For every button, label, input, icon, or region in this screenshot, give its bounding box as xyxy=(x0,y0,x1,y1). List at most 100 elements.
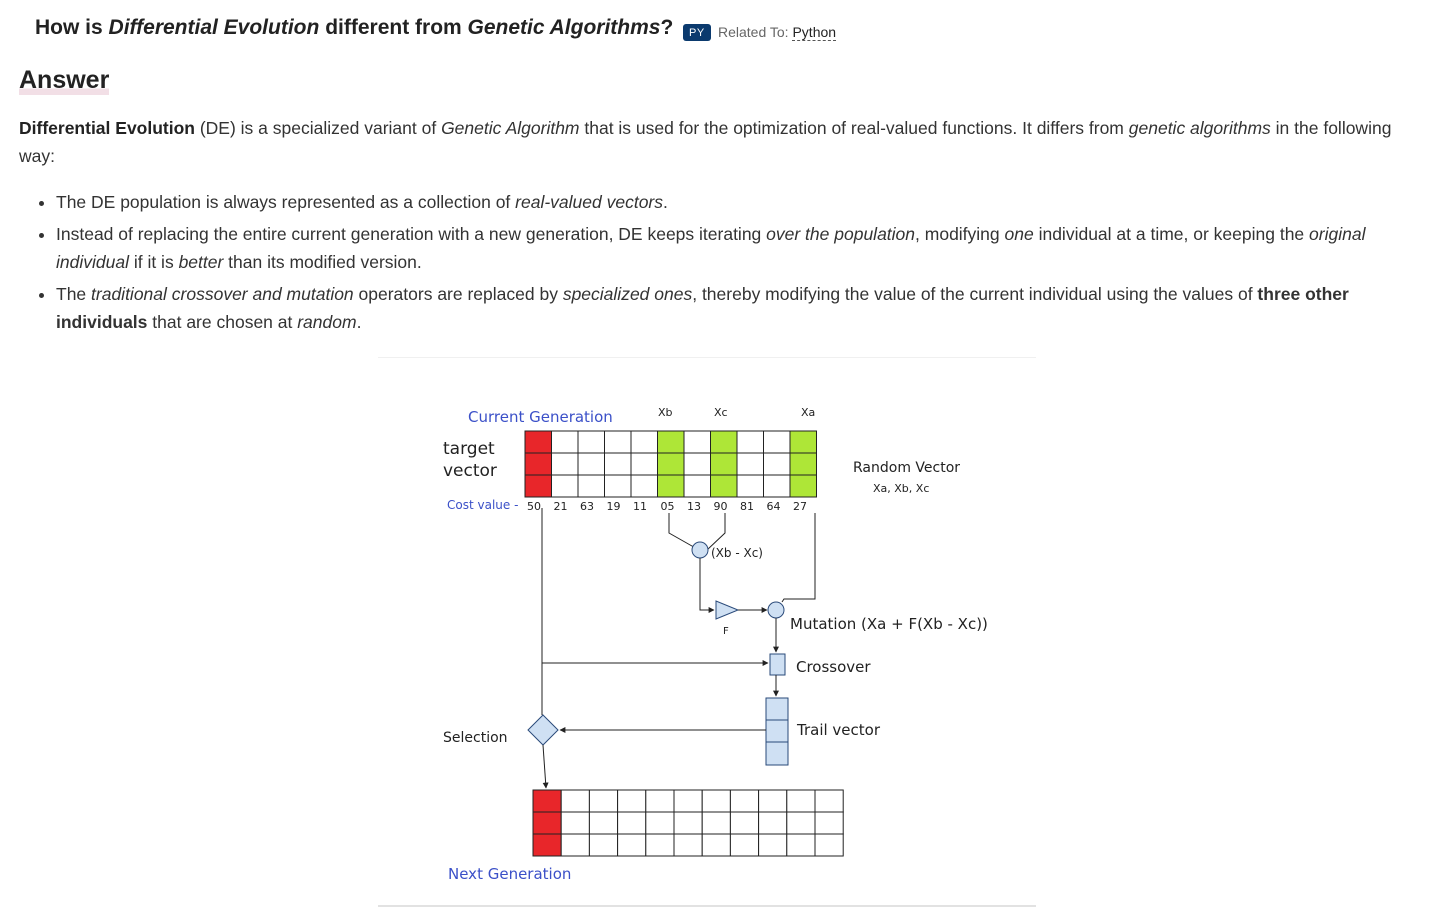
population-cell xyxy=(551,430,579,454)
mutation-node xyxy=(767,601,785,619)
de-diagram: Current Generation target vector Xb Xc X… xyxy=(443,406,988,883)
title-term-de: Differential Evolution xyxy=(108,16,320,39)
crossover-node xyxy=(769,653,786,676)
list-item: The traditional crossover and mutation o… xyxy=(56,280,1434,336)
xa-label: Xa xyxy=(801,406,815,419)
population-cell xyxy=(786,811,816,835)
xc-line xyxy=(706,513,726,551)
population-cell xyxy=(645,789,675,813)
population-cell xyxy=(758,811,788,835)
population-cell xyxy=(577,430,605,454)
selected-vector-cell xyxy=(532,789,562,813)
cost-value: 13 xyxy=(687,500,701,513)
bullet-text: The DE population is always represented … xyxy=(56,192,516,212)
population-cell xyxy=(763,474,791,498)
population-cell xyxy=(683,430,711,454)
population-cell xyxy=(588,811,619,835)
population-cell xyxy=(763,452,791,476)
language-badge: PY xyxy=(683,24,711,41)
cost-value: 63 xyxy=(580,500,594,513)
population-cell xyxy=(604,474,632,498)
random-vector-cell xyxy=(710,452,738,476)
bullet-text: , thereby modifying the value of the cur… xyxy=(692,284,1258,304)
question-title: How is Differential Evolution different … xyxy=(35,16,673,40)
bullet-em: over the population xyxy=(766,224,916,244)
population-cell xyxy=(645,811,675,835)
population-cell xyxy=(683,474,711,498)
random-vector-cell xyxy=(710,474,738,498)
population-cell xyxy=(604,452,632,476)
crossover-label: Crossover xyxy=(796,658,871,676)
xb-label: Xb xyxy=(658,406,673,419)
difference-to-f-arrow xyxy=(699,558,715,613)
population-cell xyxy=(604,430,632,454)
cost-value: 27 xyxy=(793,500,807,513)
population-cell xyxy=(577,452,605,476)
mutation-label: Mutation (Xa + F(Xb - Xc)) xyxy=(790,615,988,633)
population-cell xyxy=(729,833,760,857)
bullet-text: . xyxy=(356,312,362,332)
population-cell xyxy=(729,789,760,813)
cost-value: 05 xyxy=(661,500,675,513)
population-cell xyxy=(814,789,844,813)
population-cell xyxy=(736,452,764,476)
population-cell xyxy=(814,833,844,857)
population-cell xyxy=(736,430,764,454)
selection-to-next-arrow xyxy=(542,744,549,789)
difference-node xyxy=(691,541,709,559)
population-cell xyxy=(683,452,711,476)
bullet-em: real-valued vectors xyxy=(515,192,664,212)
de-diagram-figure: Current Generation target vector Xb Xc X… xyxy=(378,357,1036,907)
bullet-text: , modifying xyxy=(915,224,1005,244)
answer-intro: Differential Evolution (DE) is a special… xyxy=(19,114,1414,170)
xc-label: Xc xyxy=(714,406,728,419)
population-cell xyxy=(588,789,619,813)
title-suffix: ? xyxy=(660,16,674,39)
cost-values: 50 21 63 19 11 05 13 90 81 64 27 xyxy=(527,500,807,513)
population-cell xyxy=(673,811,703,835)
cost-value: 11 xyxy=(633,500,647,513)
cost-value: 81 xyxy=(740,500,754,513)
bullet-text: . xyxy=(663,192,668,212)
cost-value-label: Cost value - xyxy=(447,498,518,512)
population-cell xyxy=(645,833,675,857)
bullet-text: operators are replaced by xyxy=(353,284,563,304)
population-cell xyxy=(763,430,791,454)
answer-heading: Answer xyxy=(19,66,110,95)
intro-em-genetic-algorithms: genetic algorithms xyxy=(1128,118,1271,138)
bullet-em: traditional crossover and mutation xyxy=(91,284,354,304)
cost-value: 19 xyxy=(607,500,621,513)
random-vector-cell xyxy=(789,430,817,454)
population-cell xyxy=(588,833,619,857)
intro-em-genetic-algorithm: Genetic Algorithm xyxy=(441,118,580,138)
bullet-text: individual at a time, or keeping the xyxy=(1033,224,1310,244)
trail-vector-label: Trail vector xyxy=(796,721,881,739)
random-vector-cell xyxy=(789,474,817,498)
intro-text-1: (DE) is a specialized variant of xyxy=(194,118,442,138)
related-python-link[interactable]: Python xyxy=(792,24,837,41)
related-to: Related To: Python xyxy=(718,24,837,41)
population-cell xyxy=(560,833,590,857)
population-cell xyxy=(736,474,764,498)
selected-vector-cell xyxy=(532,811,562,835)
population-cell xyxy=(630,430,658,454)
population-cell xyxy=(814,811,844,835)
population-cell xyxy=(673,789,703,813)
population-cell xyxy=(617,789,647,813)
population-cell xyxy=(786,833,816,857)
bullet-text: if it is xyxy=(128,252,179,272)
cost-value: 50 xyxy=(527,500,541,513)
population-cell xyxy=(701,811,731,835)
random-vector-label: Random Vector xyxy=(853,460,960,476)
current-generation-label: Current Generation xyxy=(468,408,613,426)
target-vector-label-2: vector xyxy=(443,461,497,481)
target-vector-cell xyxy=(524,474,552,498)
scale-factor-node xyxy=(715,600,740,620)
title-prefix: How is xyxy=(35,16,103,39)
target-vector-cell xyxy=(524,452,552,476)
cost-value: 21 xyxy=(554,500,568,513)
list-item: The DE population is always represented … xyxy=(56,188,1434,216)
intro-bold-term: Differential Evolution xyxy=(19,118,195,138)
bullet-text: that are chosen at xyxy=(147,312,298,332)
current-generation-grid xyxy=(524,430,817,498)
